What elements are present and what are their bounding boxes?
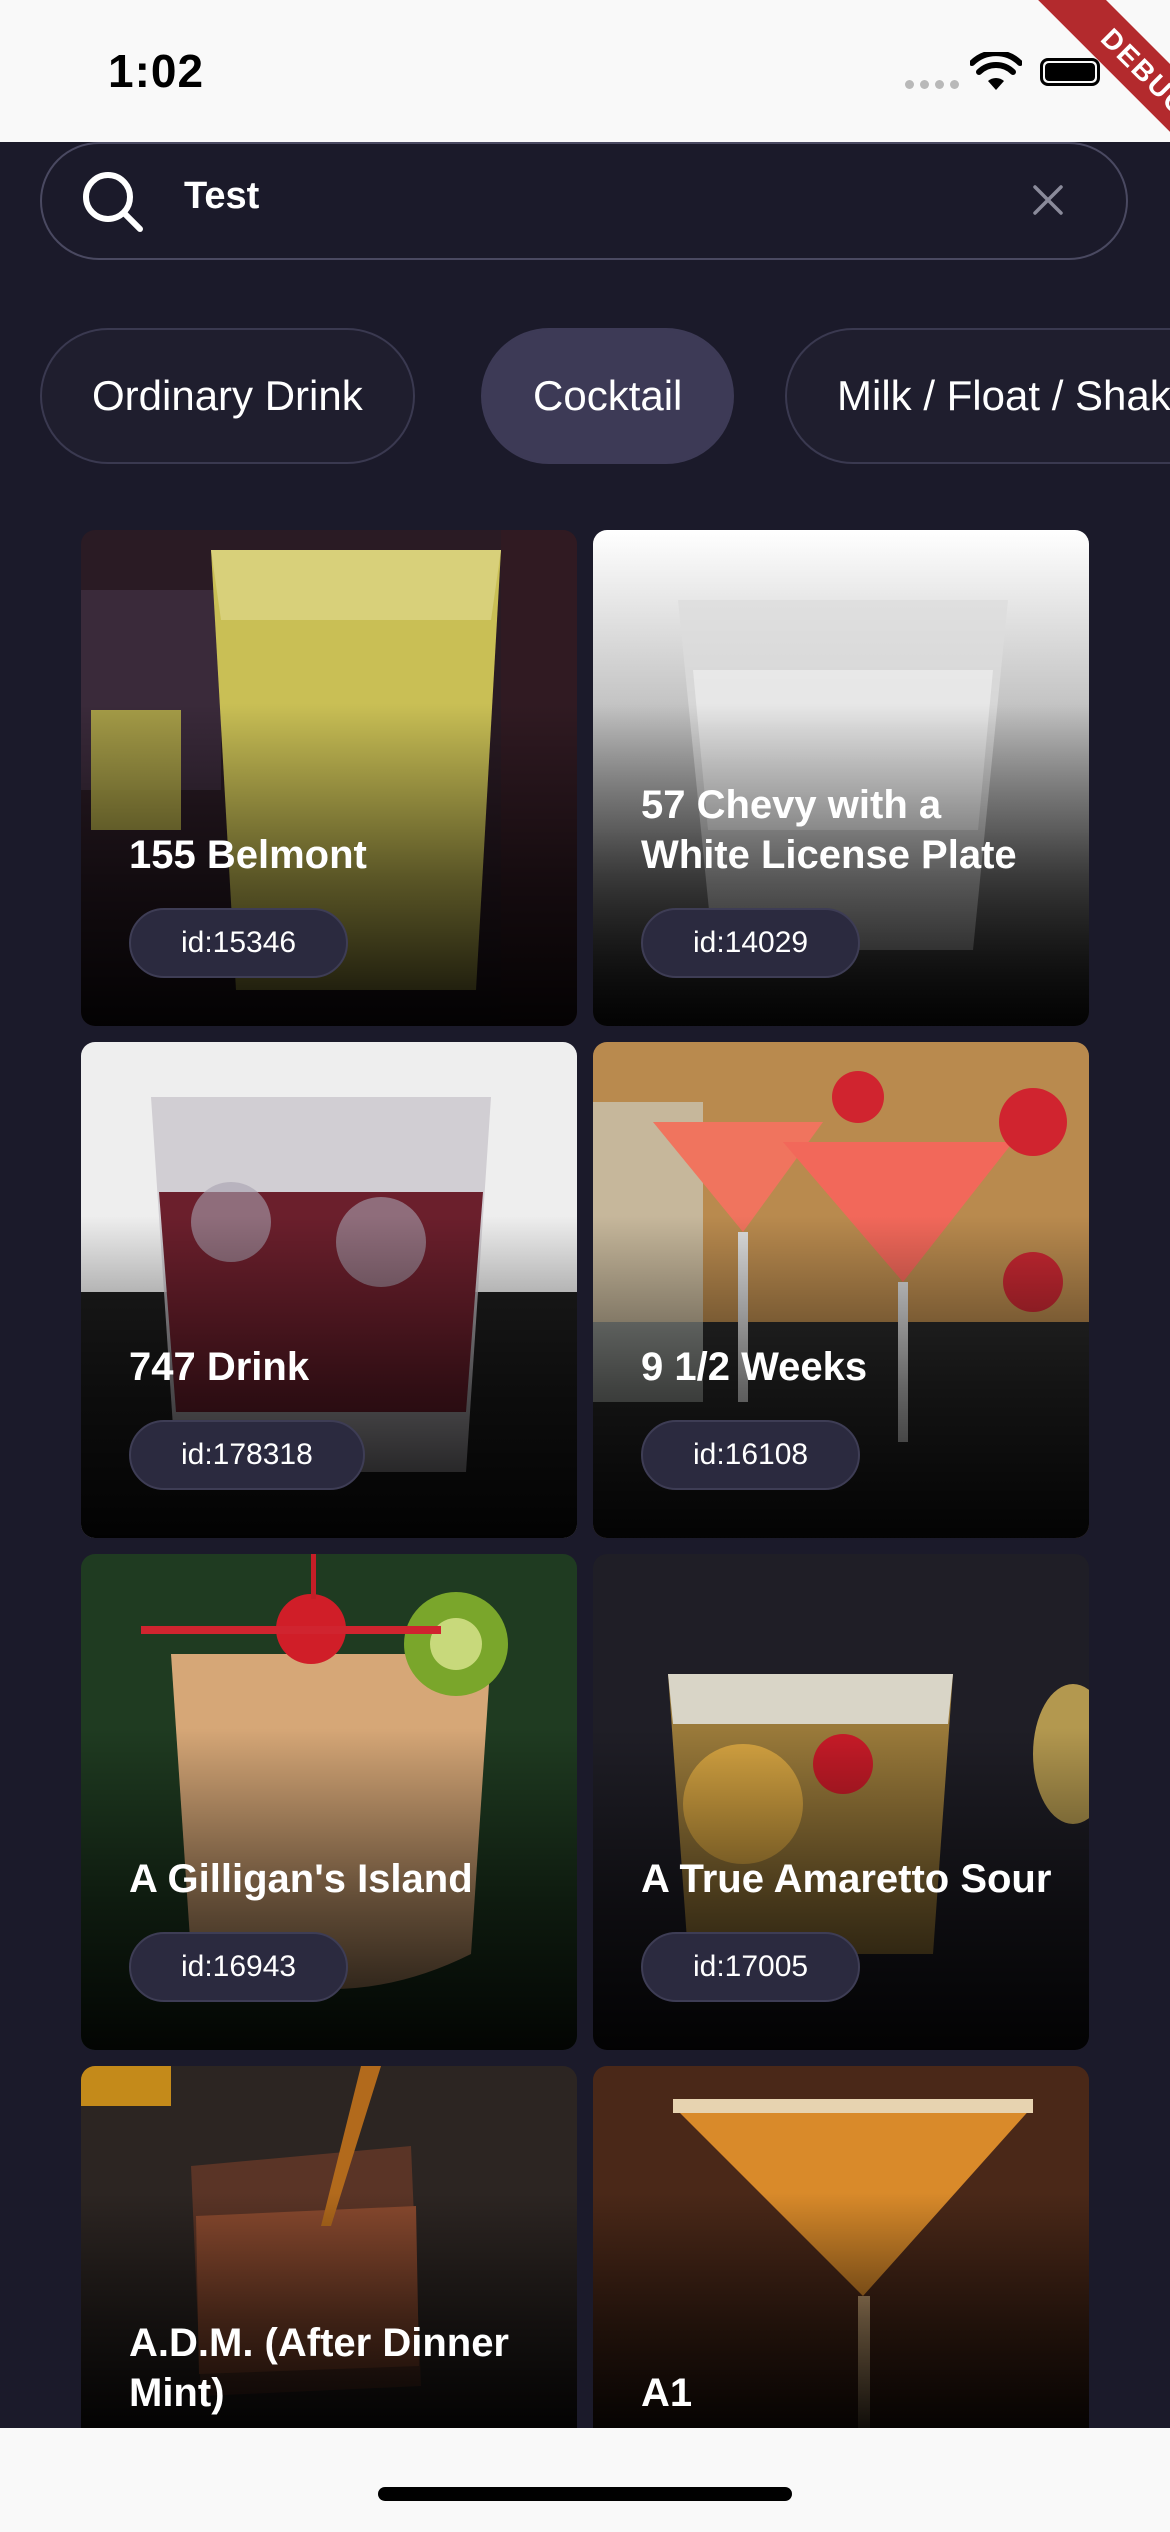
drink-card[interactable]: A1 (593, 2066, 1089, 2428)
drink-name: A1 (641, 2371, 693, 2415)
drink-card[interactable]: A True Amaretto Sour id:17005 (593, 1554, 1089, 2050)
close-icon[interactable] (1030, 182, 1066, 218)
home-indicator[interactable] (378, 2487, 792, 2501)
drink-card[interactable]: 155 Belmont id:15346 (81, 530, 577, 1026)
drink-id-badge: id:16108 (641, 1420, 861, 1490)
drink-card[interactable]: 9 1/2 Weeks id:16108 (593, 1042, 1089, 1538)
drink-id-badge: id:17005 (641, 1932, 861, 2002)
drink-id-badge: id:178318 (129, 1420, 365, 1490)
drink-card[interactable]: A Gilligan's Island id:16943 (81, 1554, 577, 2050)
drink-name: 155 Belmont (129, 833, 367, 877)
chip-ordinary-drink[interactable]: Ordinary Drink (40, 328, 415, 464)
category-chip-list: Ordinary Drink Cocktail Milk / Float / S… (40, 328, 1170, 464)
drink-id-badge: id:14029 (641, 908, 861, 978)
search-input[interactable]: Test (184, 175, 259, 218)
cellular-signal-icon (905, 80, 959, 89)
drink-id-badge: id:15346 (129, 908, 349, 978)
drink-name: 57 Chevy with a White License Plate (641, 783, 1017, 877)
drink-name: A Gilligan's Island (129, 1857, 473, 1901)
chip-milk-float-shake[interactable]: Milk / Float / Shake (785, 328, 1170, 464)
home-indicator-area (0, 2428, 1170, 2532)
drink-name: A True Amaretto Sour (641, 1857, 1052, 1901)
drink-card[interactable]: A.D.M. (After Dinner Mint) (81, 2066, 577, 2428)
drink-name: 747 Drink (129, 1345, 310, 1389)
status-time: 1:02 (108, 45, 205, 97)
drink-name: A.D.M. (After Dinner Mint) (129, 2321, 509, 2415)
drink-name: 9 1/2 Weeks (641, 1345, 868, 1389)
search-icon (83, 172, 143, 232)
drink-id-badge: id:16943 (129, 1932, 349, 2002)
search-bar[interactable]: Test (40, 142, 1128, 260)
status-bar: 1:02 DEBUG (0, 0, 1170, 170)
chip-cocktail[interactable]: Cocktail (481, 328, 735, 464)
drink-card[interactable]: 57 Chevy with a White License Plate id:1… (593, 530, 1089, 1026)
drink-card[interactable]: 747 Drink id:178318 (81, 1042, 577, 1538)
